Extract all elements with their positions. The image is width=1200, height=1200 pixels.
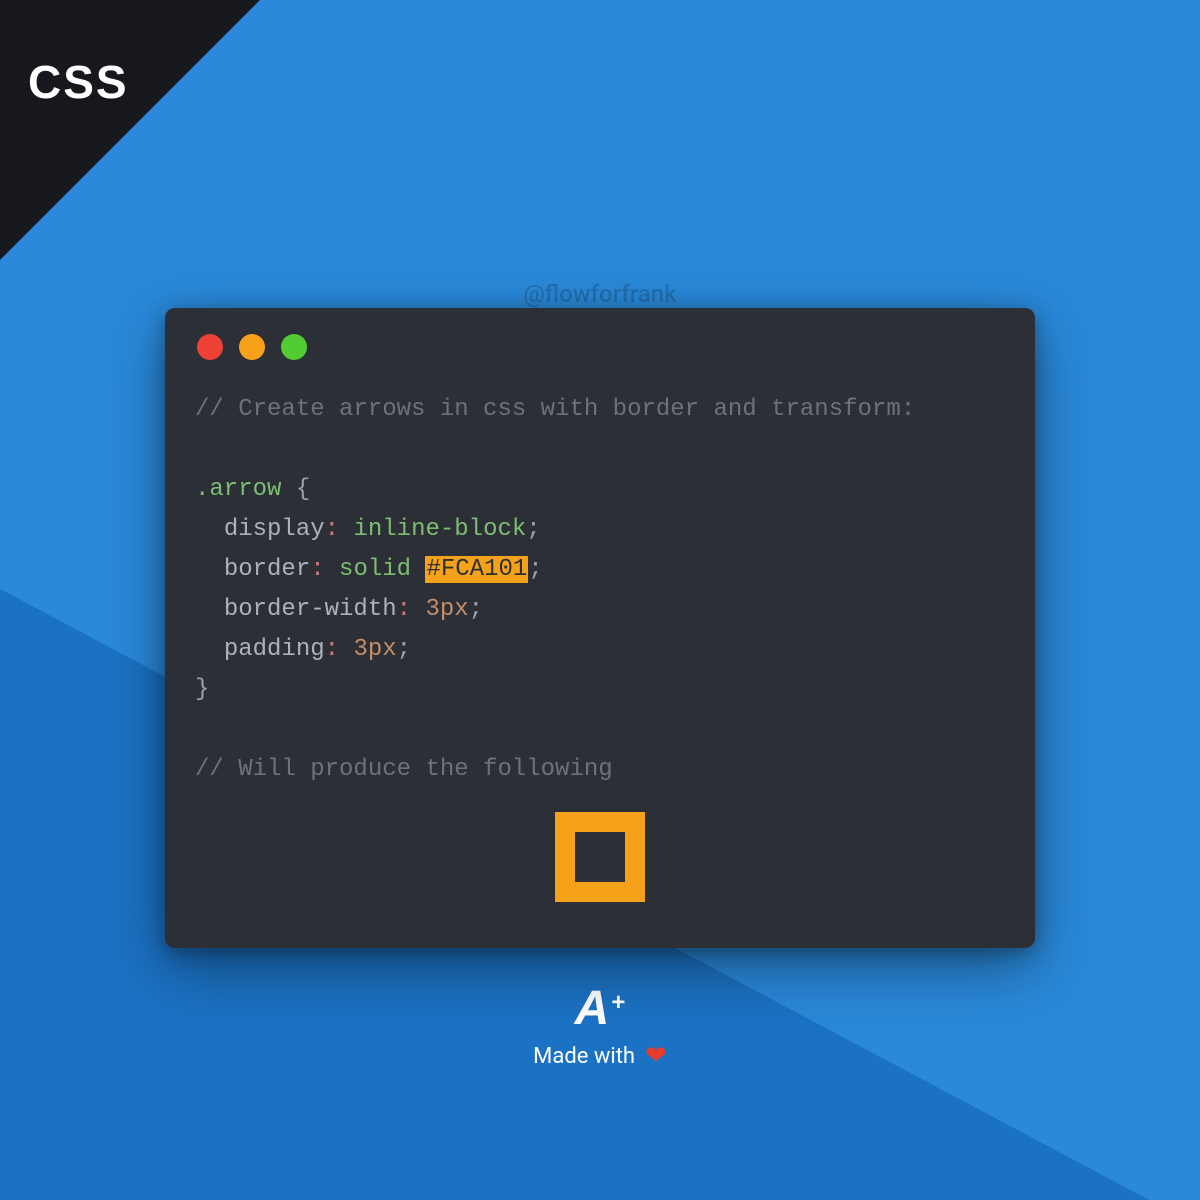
corner-triangle	[0, 0, 260, 260]
footer: A + Made with ❤	[0, 985, 1200, 1069]
demo-output	[195, 812, 1005, 902]
code-selector: .arrow	[195, 476, 281, 503]
code-comment-top: // Create arrows in css with border and …	[195, 396, 915, 423]
val-padding: 3px	[353, 636, 396, 663]
zoom-icon	[281, 334, 307, 360]
logo: A +	[575, 985, 626, 1033]
logo-letter: A	[575, 985, 608, 1033]
val-border-color-highlight: #FCA101	[425, 556, 528, 583]
card: CSS @flowforfrank // Create arrows in cs…	[0, 0, 1200, 1200]
heart-icon: ❤	[645, 1043, 667, 1069]
made-with-line: Made with ❤	[533, 1043, 667, 1069]
brace-open: {	[296, 476, 310, 503]
val-border-width: 3px	[425, 596, 468, 623]
prop-display: display	[224, 516, 325, 543]
prop-border-width: border-width	[224, 596, 397, 623]
code-window: // Create arrows in css with border and …	[165, 308, 1035, 948]
prop-padding: padding	[224, 636, 325, 663]
author-handle: @flowforfrank	[0, 280, 1200, 308]
brace-close: }	[195, 676, 209, 703]
logo-plus: +	[611, 989, 625, 1017]
val-border-solid: solid	[339, 556, 411, 583]
close-icon	[197, 334, 223, 360]
corner-label: CSS	[28, 55, 129, 109]
code-block: // Create arrows in css with border and …	[195, 390, 1005, 790]
made-with-text: Made with	[533, 1044, 635, 1069]
minimize-icon	[239, 334, 265, 360]
code-comment-bottom: // Will produce the following	[195, 756, 613, 783]
val-display: inline-block	[353, 516, 526, 543]
prop-border: border	[224, 556, 310, 583]
demo-square-icon	[555, 812, 645, 902]
traffic-lights	[195, 334, 1005, 360]
